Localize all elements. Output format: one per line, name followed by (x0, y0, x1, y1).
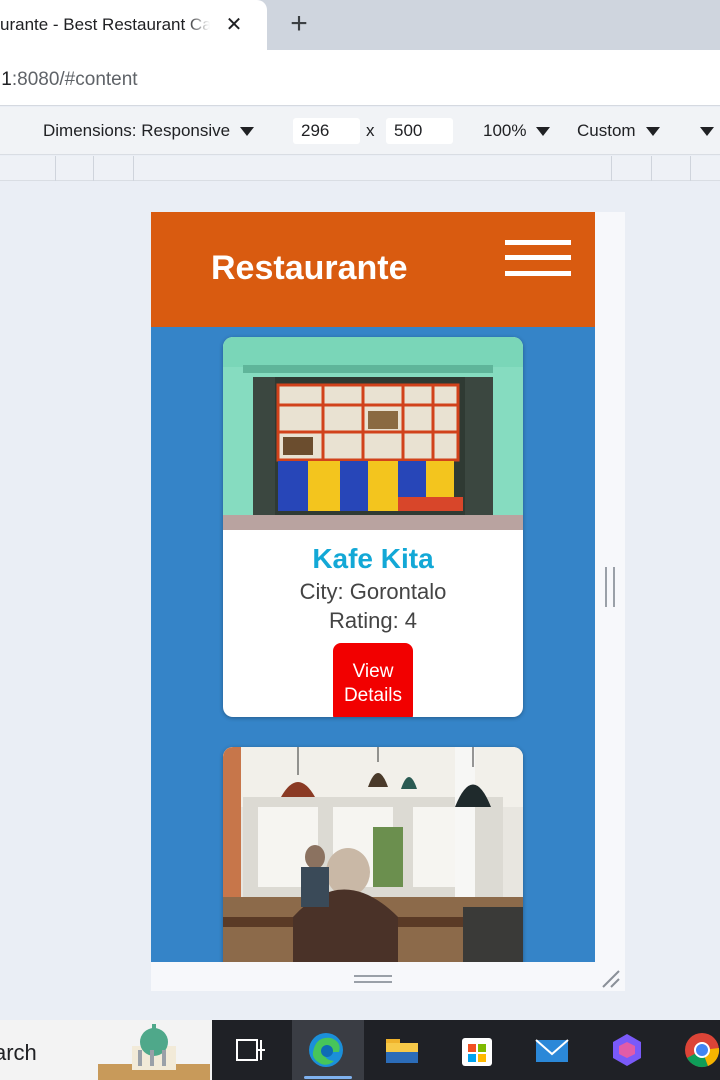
device-toolbar: Dimensions: Responsive 296 x 500 100% Cu… (0, 107, 720, 155)
address-bar[interactable]: .1:8080/#content (0, 50, 720, 106)
file-explorer-icon[interactable] (382, 1030, 422, 1070)
caret-down-icon (700, 127, 714, 137)
media-query-ruler (0, 156, 720, 181)
throttle-dropdown[interactable]: Custom (577, 121, 660, 141)
more-options-dropdown[interactable] (690, 121, 714, 141)
restaurant-card: Kafe Kita City: Gorontalo Rating: 4 View… (223, 337, 523, 717)
dimensions-label: Dimensions: Responsive (43, 121, 231, 140)
active-indicator (304, 1076, 352, 1079)
url-host: .1 (0, 69, 12, 90)
restaurant-city: City: Gorontalo (299, 579, 447, 604)
height-input[interactable]: 500 (386, 118, 453, 144)
restaurant-rating: Rating: 4 (328, 608, 418, 633)
tab-close-icon[interactable]: ✕ (222, 13, 246, 37)
hamburger-menu-icon[interactable] (505, 240, 571, 276)
caret-down-icon (240, 127, 255, 137)
browser-tab[interactable]: urante - Best Restaurant Catalog ✕ (0, 0, 267, 50)
url-path: :8080/#content (11, 69, 138, 90)
copilot-icon[interactable] (607, 1030, 647, 1070)
ruler-tick (651, 156, 652, 181)
caret-down-icon (645, 127, 660, 137)
resize-corner-icon[interactable] (600, 968, 622, 990)
mail-icon[interactable] (532, 1030, 572, 1070)
zoom-dropdown[interactable]: 100% (483, 121, 551, 141)
ruler-tick (55, 156, 56, 181)
chrome-icon[interactable] (682, 1030, 720, 1070)
search-highlight-image (98, 1024, 210, 1080)
restaurant-name[interactable]: Kafe Kita (223, 543, 523, 575)
task-view-icon[interactable] (230, 1030, 270, 1070)
search-text: arch (0, 1040, 37, 1065)
app-header: Restaurante (151, 212, 595, 327)
restaurant-card (223, 747, 523, 962)
page-viewport[interactable]: Restaurante Kafe Kita City: Gorontalo Ra… (151, 212, 595, 962)
tab-title: urante - Best Restaurant Catalog (0, 15, 210, 35)
taskbar: arch (0, 1020, 720, 1080)
caret-down-icon (536, 127, 551, 137)
edge-browser-icon[interactable] (306, 1030, 346, 1070)
dimensions-dropdown[interactable]: Dimensions: Responsive (43, 121, 255, 141)
ruler-tick (611, 156, 612, 181)
ruler-tick (133, 156, 134, 181)
new-tab-button[interactable]: + (284, 9, 314, 40)
browser-tab-strip: urante - Best Restaurant Catalog ✕ + (0, 0, 720, 50)
resize-handle-bottom[interactable] (354, 975, 392, 983)
times-sign: x (366, 121, 375, 140)
zoom-label: 100% (483, 121, 527, 140)
restaurant-image (223, 337, 523, 530)
app-title: Restaurante (211, 249, 408, 287)
throttle-label: Custom (577, 121, 636, 140)
ruler-tick (93, 156, 94, 181)
restaurant-image (223, 747, 523, 962)
taskbar-search[interactable]: arch (0, 1020, 212, 1080)
ruler-tick (690, 156, 691, 181)
view-details-button[interactable]: View Details (333, 643, 413, 717)
microsoft-store-icon[interactable] (457, 1030, 497, 1070)
device-viewport-frame: Restaurante Kafe Kita City: Gorontalo Ra… (151, 212, 625, 991)
url-text[interactable]: .1:8080/#content (0, 69, 138, 91)
width-input[interactable]: 296 (293, 118, 360, 144)
resize-handle-right[interactable] (605, 567, 615, 607)
